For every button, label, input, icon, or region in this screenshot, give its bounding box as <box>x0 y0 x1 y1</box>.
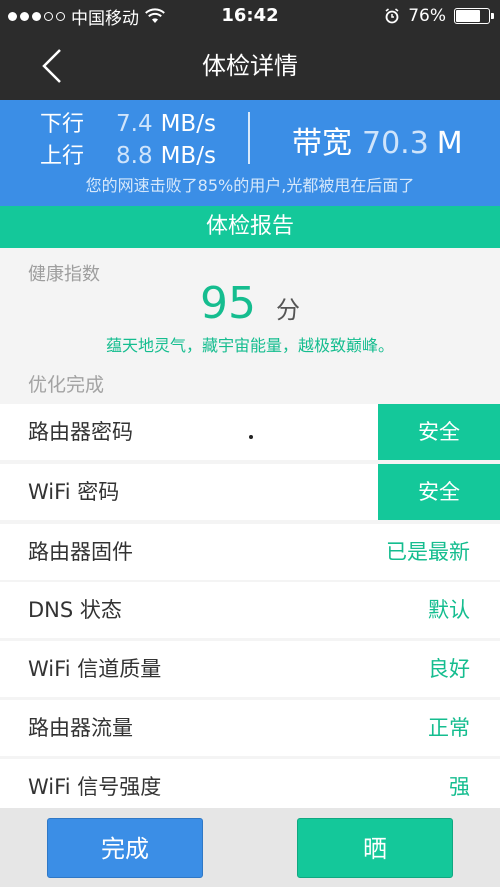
check-item-status: 正常 <box>428 716 470 740</box>
download-label: 下行 <box>40 112 85 137</box>
check-item-status-badge: 安全 <box>378 404 500 460</box>
upload-unit: MB/s <box>160 143 216 169</box>
check-item-name: WiFi 密码 <box>28 480 120 504</box>
check-item-name: WiFi 信道质量 <box>28 657 162 681</box>
page-title: 体检详情 <box>202 52 298 80</box>
optimize-header: 优化完成 <box>0 360 500 404</box>
download-unit: MB/s <box>160 111 216 137</box>
check-row-router-traffic[interactable]: 路由器流量 正常 <box>0 700 500 756</box>
check-row-firmware[interactable]: 路由器固件 已是最新 <box>0 524 500 580</box>
battery-percent: 76% <box>408 6 446 26</box>
check-item-name: 路由器固件 <box>28 540 133 564</box>
health-score-value: 95 <box>200 278 256 329</box>
check-row-wifi-password[interactable]: WiFi 密码 安全 <box>0 464 500 520</box>
battery-fill <box>456 10 480 22</box>
check-item-name: DNS 状态 <box>28 598 122 622</box>
upload-value: 8.8 <box>116 143 153 169</box>
check-item-status: 默认 <box>428 598 470 622</box>
health-score: 95 分 <box>0 278 500 329</box>
check-item-status: 已是最新 <box>386 540 470 564</box>
check-row-wifi-channel[interactable]: WiFi 信道质量 良好 <box>0 641 500 697</box>
bandwidth-label: 带宽 <box>292 126 352 161</box>
check-row-wifi-signal[interactable]: WiFi 信号强度 强 <box>0 759 500 815</box>
report-title: 体检报告 <box>0 206 500 248</box>
bandwidth-unit: M <box>436 126 463 161</box>
download-value: 7.4 <box>116 111 153 137</box>
optimize-header-label: 优化完成 <box>28 374 105 396</box>
dot-marker <box>249 435 253 439</box>
check-item-name: WiFi 信号强度 <box>28 775 162 799</box>
speed-panel: 下行 7.4 MB/s 上行 8.8 MB/s 带宽 70.3 M 您的网速击败… <box>0 100 500 206</box>
health-score-unit: 分 <box>276 296 300 324</box>
bottom-action-bar: 完成 晒 <box>0 808 500 887</box>
done-button[interactable]: 完成 <box>47 818 203 878</box>
check-item-status: 强 <box>449 775 470 799</box>
check-row-router-password[interactable]: 路由器密码 安全 <box>0 404 500 460</box>
check-item-status-badge: 安全 <box>378 464 500 520</box>
status-right: 76% <box>384 0 494 32</box>
check-item-name: 路由器密码 <box>28 420 133 444</box>
speed-divider <box>248 112 250 164</box>
nav-bar: 体检详情 <box>0 32 500 100</box>
speed-ranking-note: 您的网速击败了85%的用户,光都被甩在后面了 <box>85 176 415 195</box>
status-bar: 中国移动 16:42 76% <box>0 0 500 32</box>
battery-icon <box>454 8 494 24</box>
check-row-dns[interactable]: DNS 状态 默认 <box>0 582 500 638</box>
check-item-name: 路由器流量 <box>28 716 133 740</box>
alarm-icon <box>385 8 399 24</box>
share-button[interactable]: 晒 <box>297 818 453 878</box>
upload-speed: 上行 8.8 MB/s <box>40 138 216 170</box>
download-speed: 下行 7.4 MB/s <box>40 106 216 138</box>
bandwidth: 带宽 70.3 M <box>292 118 463 162</box>
check-item-status: 良好 <box>428 657 470 681</box>
health-section: 健康指数 95 分 蕴天地灵气，藏宇宙能量，越极致巅峰。 <box>0 248 500 360</box>
upload-label: 上行 <box>40 144 85 169</box>
health-slogan: 蕴天地灵气，藏宇宙能量，越极致巅峰。 <box>105 336 394 355</box>
bandwidth-value: 70.3 <box>362 126 429 161</box>
